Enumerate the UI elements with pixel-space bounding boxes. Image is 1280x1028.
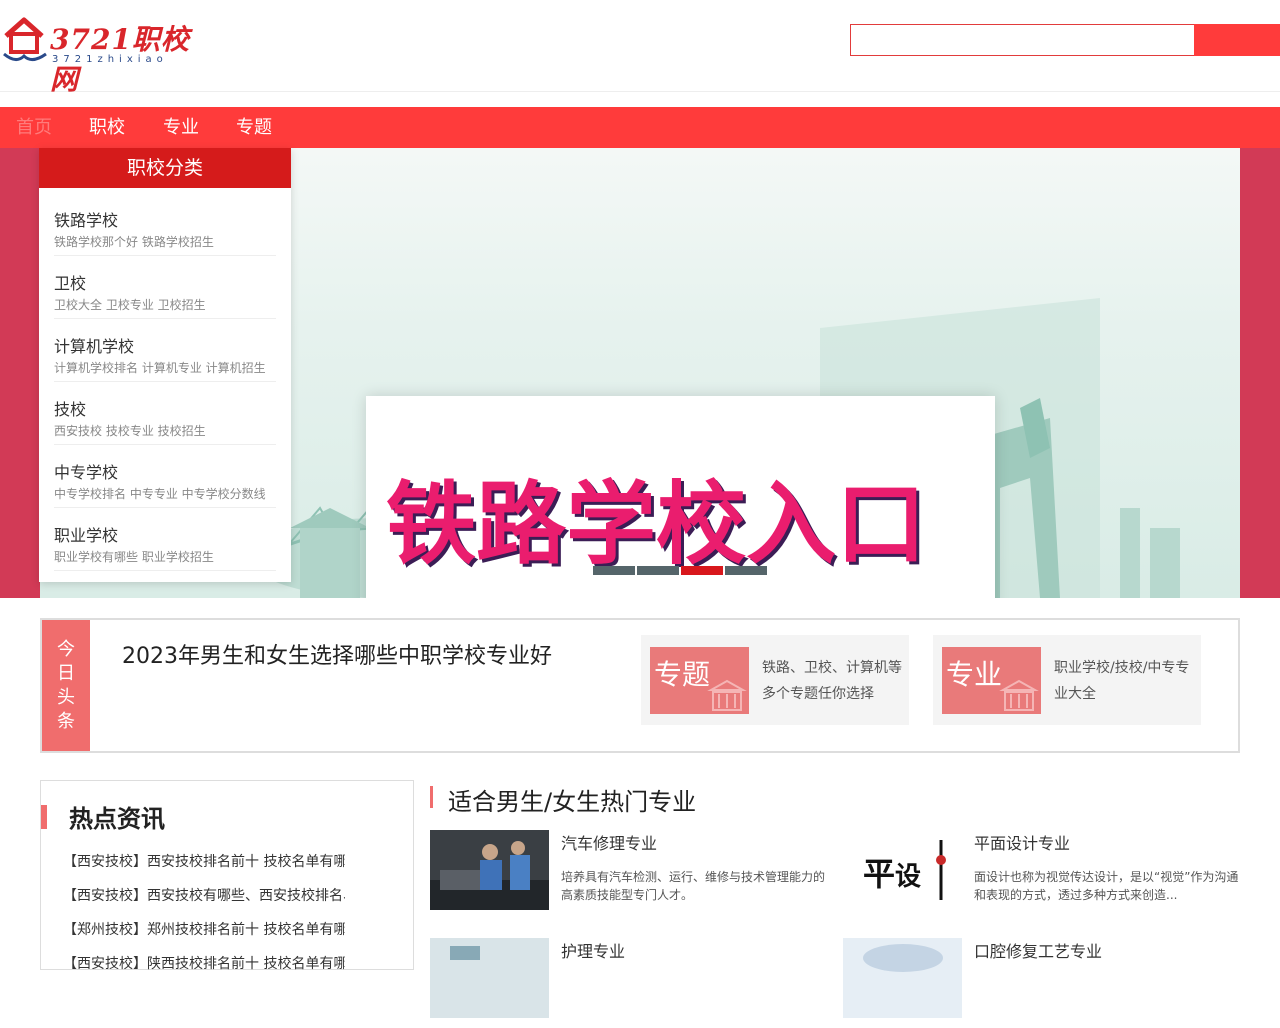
major-thumbnail[interactable]: 平 设	[843, 830, 962, 910]
category-name[interactable]: 铁路学校	[54, 207, 118, 231]
category-item[interactable]: 铁路学校 铁路学校那个好 铁路学校招生	[54, 193, 276, 256]
major-name[interactable]: 汽车修理专业	[561, 830, 657, 854]
promo-majors[interactable]: 专业 职业学校/技校/中专专业大全	[933, 635, 1201, 725]
site-header: 3721职校网 3721zhixiao	[0, 0, 1280, 96]
category-name[interactable]: 中专学校	[54, 459, 118, 483]
category-sub-links[interactable]: 铁路学校那个好 铁路学校招生	[54, 233, 214, 250]
search-input[interactable]	[850, 24, 1195, 56]
category-sub-links[interactable]: 西安技校 技校专业 技校招生	[54, 422, 206, 439]
category-panel: 职校分类 铁路学校 铁路学校那个好 铁路学校招生 卫校 卫校大全 卫校专业 卫校…	[39, 148, 291, 582]
major-name[interactable]: 护理专业	[561, 938, 625, 962]
slide-dot-3[interactable]	[681, 566, 723, 575]
category-item[interactable]: 职业学校 职业学校有哪些 职业学校招生	[54, 508, 276, 571]
hot-news-panel: 热点资讯 【西安技校】西安技校排名前十 技校名单有哪 【西安技校】西安技校有哪些…	[40, 780, 414, 973]
graphic-design-image: 平 设	[843, 830, 962, 910]
major-card[interactable]: 平 设 平面设计专业 面设计也称为视觉传达设计，是以“视觉”作为沟通和表现的方式…	[843, 830, 1243, 920]
promo-label: 专题	[654, 658, 711, 691]
nav-schools[interactable]: 职校	[89, 107, 125, 148]
news-item[interactable]: 【郑州技校】郑州技校排名前十 技校名单有哪	[63, 919, 345, 939]
major-thumbnail[interactable]	[843, 938, 962, 1018]
major-name[interactable]: 口腔修复工艺专业	[974, 938, 1102, 962]
category-item[interactable]: 技校 西安技校 技校专业 技校招生	[54, 382, 276, 445]
news-item[interactable]: 【西安技校】西安技校排名前十 技校名单有哪	[63, 851, 345, 871]
news-item[interactable]: 【西安技校】陕西技校排名前十 技校名单有哪	[63, 953, 345, 973]
section-marker	[430, 786, 433, 808]
category-name[interactable]: 计算机学校	[54, 333, 134, 357]
main-nav: 首页 职校 专业 专题	[0, 107, 1280, 148]
nursing-photo	[430, 938, 549, 1018]
category-item[interactable]: 卫校 卫校大全 卫校专业 卫校招生	[54, 256, 276, 319]
building-icon	[707, 679, 747, 711]
promo-topics[interactable]: 专题 铁路、卫校、计算机等多个专题任你选择	[641, 635, 909, 725]
category-title: 职校分类	[39, 148, 291, 188]
dental-photo	[843, 938, 962, 1018]
headline-link[interactable]: 2023年男生和女生选择哪些中职学校专业好	[122, 638, 552, 670]
logo-subtitle: 3721zhixiao	[52, 54, 168, 65]
search-button[interactable]	[1194, 24, 1280, 56]
promo-label: 专业	[946, 658, 1003, 691]
news-item[interactable]: 【西安技校】西安技校有哪些、西安技校排名、	[63, 885, 345, 905]
major-name[interactable]: 平面设计专业	[974, 830, 1070, 854]
major-thumbnail[interactable]	[430, 830, 549, 910]
slide-dot-2[interactable]	[637, 566, 679, 575]
banner-title: 铁路学校入口	[386, 472, 926, 577]
promo-image: 专题	[650, 647, 749, 714]
category-item[interactable]: 计算机学校 计算机学校排名 计算机专业 计算机招生	[54, 319, 276, 382]
category-name[interactable]: 卫校	[54, 270, 86, 294]
slide-dot-1[interactable]	[593, 566, 635, 575]
major-card[interactable]: 汽车修理专业 培养具有汽车检测、运行、维修与技术管理能力的高素质技能型专门人才。	[430, 830, 830, 920]
major-card[interactable]: 口腔修复工艺专业	[843, 938, 1243, 1028]
promo-description: 铁路、卫校、计算机等多个专题任你选择	[762, 660, 902, 702]
auto-repair-photo	[430, 830, 549, 910]
slide-dot-4[interactable]	[725, 566, 767, 575]
category-sub-links[interactable]: 职业学校有哪些 职业学校招生	[54, 548, 214, 565]
hot-news-title: 热点资讯	[69, 804, 165, 833]
category-sub-links[interactable]: 中专学校排名 中专专业 中专学校分数线	[54, 485, 266, 502]
headline-tag-text: 今日头条	[57, 639, 75, 732]
section-marker	[41, 805, 47, 829]
headline-tag: 今日头条	[42, 620, 90, 751]
category-sub-links[interactable]: 卫校大全 卫校专业 卫校招生	[54, 296, 206, 313]
category-name[interactable]: 技校	[54, 396, 86, 420]
building-icon	[999, 679, 1039, 711]
major-card[interactable]: 护理专业	[430, 938, 830, 1028]
headline-box: 今日头条 2023年男生和女生选择哪些中职学校专业好 专题 铁路、卫校、计算机等…	[40, 618, 1240, 753]
major-description: 培养具有汽车检测、运行、维修与技术管理能力的高素质技能型专门人才。	[561, 870, 826, 902]
category-sub-links[interactable]: 计算机学校排名 计算机专业 计算机招生	[54, 359, 266, 376]
house-handshake-icon	[3, 17, 47, 61]
category-name[interactable]: 职业学校	[54, 522, 118, 546]
svg-text:设: 设	[895, 862, 921, 892]
site-logo[interactable]: 3721职校网 3721zhixiao	[2, 14, 212, 96]
nav-majors[interactable]: 专业	[163, 107, 199, 148]
category-item[interactable]: 中专学校 中专学校排名 中专专业 中专学校分数线	[54, 445, 276, 508]
major-description: 面设计也称为视觉传达设计，是以“视觉”作为沟通和表现的方式，透过多种方式来创造.…	[974, 870, 1239, 902]
promo-description: 职业学校/技校/中专专业大全	[1054, 660, 1190, 702]
nav-topics[interactable]: 专题	[236, 107, 272, 148]
svg-text:平: 平	[863, 855, 895, 893]
majors-title: 适合男生/女生热门专业	[448, 788, 697, 816]
major-thumbnail[interactable]	[430, 938, 549, 1018]
promo-image: 专业	[942, 647, 1041, 714]
nav-home[interactable]: 首页	[16, 107, 52, 148]
